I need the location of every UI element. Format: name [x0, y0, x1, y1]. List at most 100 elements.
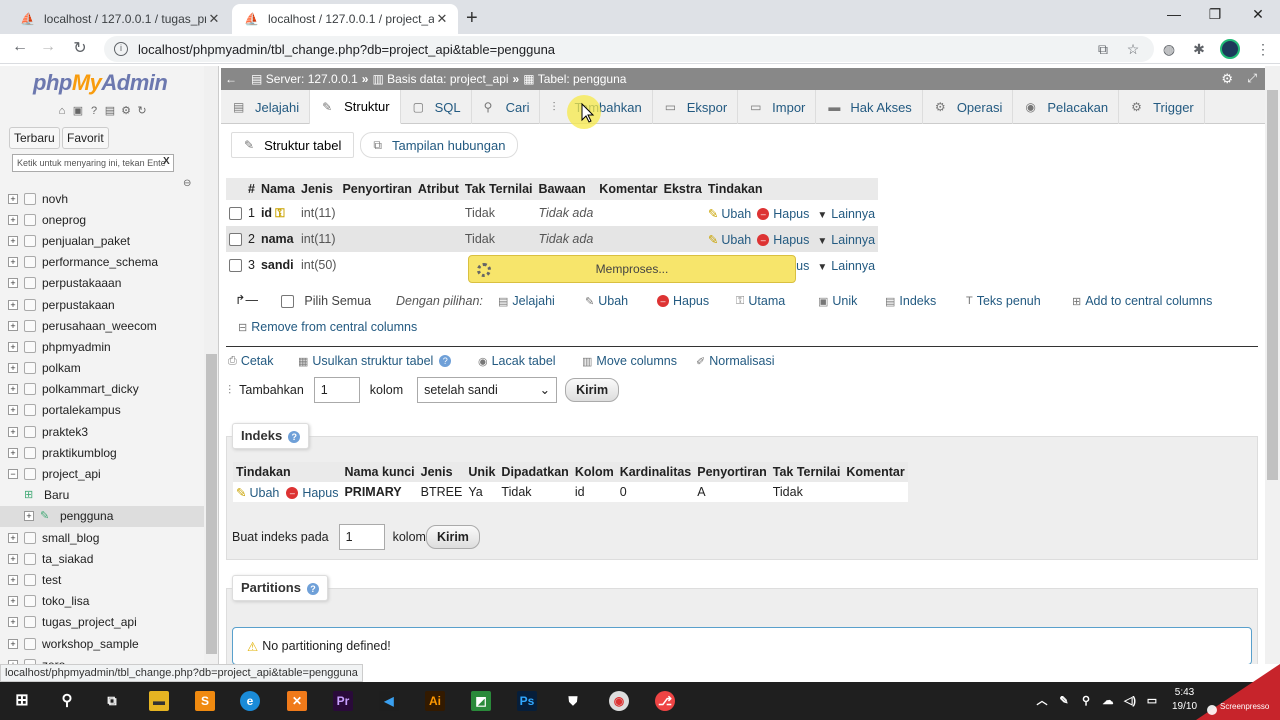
back-icon[interactable]: ← [10, 38, 30, 56]
bulk-primary-button[interactable]: ⚿ Utama [736, 294, 785, 308]
tab-operasi[interactable]: ⚙ Operasi [923, 90, 1014, 124]
sidebar-item-project-api[interactable]: − project_api [0, 463, 204, 484]
sidebar-item-polkam[interactable]: + polkam [0, 358, 204, 379]
task-view-icon[interactable]: ⧉ [102, 691, 122, 711]
expand-node-icon[interactable]: + [8, 405, 18, 416]
help-icon[interactable]: ? [288, 430, 301, 443]
create-index-submit-button[interactable]: Kirim [425, 525, 480, 549]
sublime-text-icon[interactable]: S [195, 691, 215, 711]
breadcrumb-server[interactable]: ▤ Server: 127.0.0.1 [251, 72, 358, 86]
move-columns-link[interactable]: ▥ Move columns [582, 354, 677, 368]
new-tab-icon[interactable]: + [466, 7, 478, 30]
page-scrollbar-thumb[interactable] [1267, 90, 1278, 480]
sidebar-item-praktikumblog[interactable]: + praktikumblog [0, 442, 204, 463]
xampp-icon[interactable]: ✕ [287, 691, 307, 711]
exit-icon[interactable]: ▣ [71, 104, 85, 118]
translate-icon[interactable]: ⧉ [1094, 41, 1112, 58]
sidebar-item-zero[interactable]: +zero [0, 654, 204, 664]
tab-relation-view[interactable]: ⧉ Tampilan hubungan [360, 132, 519, 158]
tab-jelajahi[interactable]: ▤ Jelajahi [221, 90, 311, 124]
normalize-link[interactable]: ✐ Normalisasi [696, 354, 775, 368]
expand-node-icon[interactable]: + [8, 214, 18, 225]
add-column-submit-button[interactable]: Kirim [565, 378, 620, 402]
recent-tables-button[interactable]: Terbaru [9, 127, 60, 149]
windows-start-icon[interactable]: ⊞ [12, 691, 32, 711]
tab-struktur[interactable]: ✎ Struktur [310, 90, 401, 124]
filter-clear-button[interactable]: X [163, 156, 170, 167]
expand-node-icon[interactable]: + [8, 553, 18, 564]
window-close-icon[interactable]: ✕ [1248, 6, 1268, 23]
favorite-tables-button[interactable]: Favorit [62, 127, 109, 149]
illustrator-icon[interactable]: Ai [425, 691, 445, 711]
tab-impor[interactable]: ▭ Impor [738, 90, 817, 124]
bulk-drop-button[interactable]: – Hapus [657, 294, 709, 308]
add-column-count-input[interactable]: 1 [313, 377, 360, 403]
home-icon[interactable]: ⌂ [55, 104, 69, 118]
tray-chevron-icon[interactable]: ︿ [1032, 691, 1052, 711]
more-actions-link[interactable]: ▼ Lainnya [817, 233, 875, 247]
column-name-cell[interactable]: id ⚿ [258, 200, 298, 226]
column-name-cell[interactable]: nama [257, 226, 298, 252]
tab-ekspor[interactable]: ▭ Ekspor [653, 90, 739, 124]
expand-node-icon[interactable]: + [8, 596, 18, 607]
page-settings-icon[interactable]: ⚙ [1221, 71, 1233, 87]
chrome-icon[interactable]: ◉ [609, 691, 629, 711]
forward-icon[interactable]: → [38, 38, 58, 56]
sidebar-item-performance-schema[interactable]: + performance_schema [0, 252, 204, 273]
edge-icon[interactable]: e [240, 691, 260, 711]
bulk-add-central-button[interactable]: ⊞ Add to central columns [1072, 294, 1212, 308]
sidebar-item-phpmyadmin[interactable]: + phpmyadmin [0, 336, 204, 357]
propose-structure-link[interactable]: ▦ Usulkan struktur tabel? [298, 354, 452, 368]
sidebar-item-tugas-project-api[interactable]: + tugas_project_api [0, 612, 204, 633]
add-column-position-select[interactable]: setelah sandi ⌄ [417, 377, 558, 403]
print-link[interactable]: ⎙ Cetak [228, 354, 273, 368]
maximize-icon[interactable]: ❐ [1205, 6, 1225, 23]
site-info-icon[interactable]: i [114, 42, 128, 56]
extensions-puzzle-icon[interactable]: ✱ [1190, 41, 1208, 58]
sidebar-item-perusahaan-weecom[interactable]: + perusahaan_weecom [0, 315, 204, 336]
sidebar-item-small-blog[interactable]: + small_blog [0, 527, 204, 548]
bookmark-star-icon[interactable]: ☆ [1124, 41, 1142, 58]
row-checkbox[interactable] [229, 207, 242, 221]
sidebar-item-perpustakaaan[interactable]: + perpustakaaan [0, 273, 204, 294]
check-all-checkbox[interactable] [281, 294, 294, 308]
volume-icon[interactable]: ◁) [1120, 691, 1140, 711]
expand-node-icon[interactable]: + [8, 320, 18, 331]
drop-column-link[interactable]: –Hapus [757, 233, 809, 247]
breadcrumb-database[interactable]: ▥ Basis data: project_api [372, 72, 508, 86]
expand-node-icon[interactable]: + [8, 447, 18, 458]
sidebar-item-novh[interactable]: + novh [0, 188, 204, 209]
bulk-index-button[interactable]: ▤ Indeks [885, 294, 936, 308]
index-drop-link[interactable]: – Hapus [286, 486, 338, 500]
browser-tab-2[interactable]: ⛵ localhost / 127.0.0.1 / project_ap ✕ [232, 4, 458, 34]
globe-extension-icon[interactable]: ◍ [1160, 41, 1178, 58]
bulk-unique-button[interactable]: ▣ Unik [818, 294, 857, 308]
check-all[interactable]: Pilih Semua [281, 294, 371, 308]
help-icon[interactable]: ? [439, 355, 452, 367]
column-name-cell[interactable]: sandi [258, 252, 298, 278]
expand-node-icon[interactable]: + [8, 532, 18, 543]
sidebar-item-penjualan-paket[interactable]: + penjualan_paket [0, 230, 204, 251]
file-explorer-icon[interactable]: ▬ [149, 691, 169, 711]
sidebar-item-baru[interactable]: ⊞ Baru [0, 485, 204, 506]
collapse-node-icon[interactable]: − [8, 469, 18, 480]
expand-node-icon[interactable]: + [8, 299, 18, 310]
collapse-sidebar-icon[interactable]: ← [225, 72, 237, 86]
tab-trigger[interactable]: ⚙ Trigger [1119, 90, 1205, 124]
expand-node-icon[interactable]: + [8, 257, 18, 268]
tab-table-structure[interactable]: ✎ Struktur tabel [231, 132, 355, 158]
more-actions-link[interactable]: ▼ Lainnya [817, 207, 875, 221]
tray-app-icon[interactable]: ⚲ [1076, 691, 1096, 711]
tab-hak-akses[interactable]: ▬ Hak Akses [816, 90, 923, 124]
photoshop-icon[interactable]: Ps [517, 691, 537, 711]
help-icon[interactable]: ? [87, 104, 101, 118]
bulk-browse-button[interactable]: ▤ Jelajahi [498, 294, 555, 308]
sidebar-item-polkammart-dicky[interactable]: + polkammart_dicky [0, 379, 204, 400]
settings-gear-icon[interactable]: ⚙ [119, 104, 133, 118]
breadcrumb-table[interactable]: ▦ Tabel: pengguna [523, 72, 626, 86]
edit-column-link[interactable]: ✎Ubah [708, 207, 751, 221]
onedrive-icon[interactable]: ☁ [1098, 691, 1118, 711]
tab-pelacakan[interactable]: ◉ Pelacakan [1013, 90, 1120, 124]
sidebar-item-portalekampus[interactable]: + portalekampus [0, 400, 204, 421]
sidebar-item-praktek3[interactable]: + praktek3 [0, 421, 204, 442]
